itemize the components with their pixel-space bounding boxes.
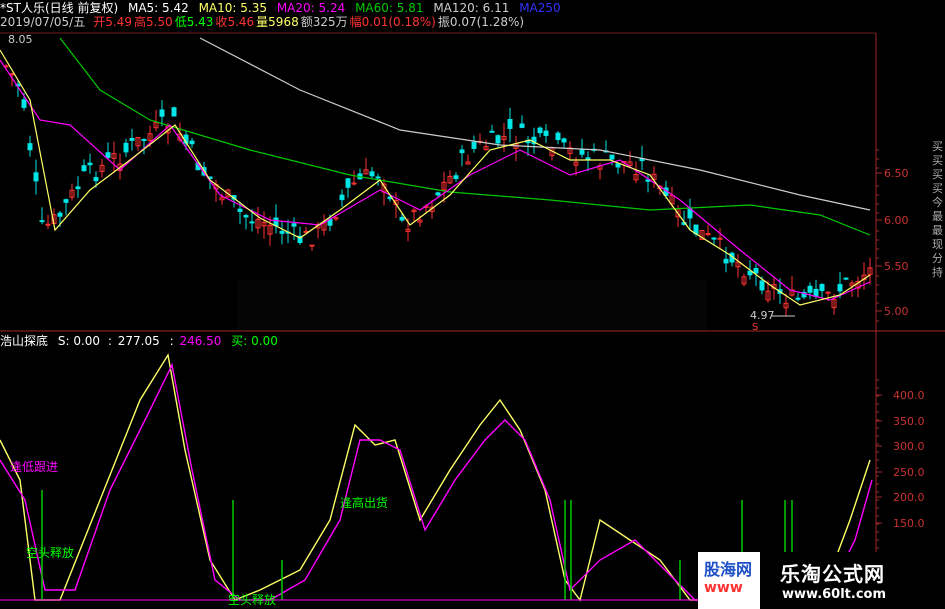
candle <box>795 297 801 300</box>
candle <box>9 73 15 76</box>
candle <box>459 149 465 154</box>
indicator-tick-label: 150.0 <box>893 517 925 530</box>
candle <box>237 208 243 212</box>
price-tick-label: 6.00 <box>884 214 909 227</box>
indicator-name: 浩山探底 <box>0 334 49 348</box>
side-panel-text: 买 买 买 买 今 最 最 现 分 持 <box>932 140 943 279</box>
candle <box>723 258 729 264</box>
price-tick-label: 5.50 <box>884 260 909 273</box>
annotation-buy-low: 逢低跟进 <box>10 460 59 474</box>
kline-chart[interactable]: 6.50 6.00 5.50 5.00 400.0 350.0 300.0 250.0 200… <box>0 0 945 609</box>
candle <box>93 177 99 182</box>
candle <box>519 123 525 128</box>
annotation-bear-release-2: 空头释放 <box>228 593 277 607</box>
watermark-left-text: 股海网 <box>704 560 753 579</box>
candle <box>759 280 765 291</box>
candle <box>495 135 501 144</box>
candle <box>543 130 549 136</box>
candle <box>123 142 129 153</box>
candle <box>807 285 813 293</box>
candle <box>27 143 33 151</box>
indicator-header: 浩山探底 S: 0.00 : 277.05 : 246.50 买: 0.00 <box>0 334 278 348</box>
candle <box>87 162 93 166</box>
candle <box>63 199 69 203</box>
candle <box>339 194 345 201</box>
candle <box>105 152 111 158</box>
indicator-s-value: S: 0.00 <box>57 334 101 348</box>
candle <box>279 230 285 234</box>
candle <box>273 217 279 227</box>
candle <box>351 182 357 185</box>
indicator-buy: 买: 0.00 <box>231 334 278 348</box>
candle <box>33 172 39 182</box>
candle <box>585 157 591 160</box>
candle <box>39 220 45 223</box>
indicator-v2: 246.50 <box>179 334 222 348</box>
watermark-right-url: www.60lt.com <box>782 587 887 602</box>
candle <box>843 277 849 280</box>
candle <box>555 132 561 141</box>
candle <box>129 137 135 141</box>
candle <box>579 149 585 155</box>
candle <box>21 99 27 108</box>
candle <box>435 192 441 196</box>
indicator-tick-label: 350.0 <box>893 415 925 428</box>
candle <box>453 175 459 180</box>
candle <box>687 208 693 219</box>
candle <box>189 140 195 145</box>
candle <box>753 268 759 274</box>
annotation-sell-high: 逢高出货 <box>340 496 389 510</box>
indicator-tick-label: 200.0 <box>893 491 925 504</box>
indicator-tick-label: 300.0 <box>893 440 925 453</box>
candle <box>375 176 381 179</box>
candle <box>489 130 495 133</box>
price-tick-label: 5.00 <box>884 305 909 318</box>
candle <box>471 141 477 149</box>
watermark-right-box: 乐淘公式网 www.60lt.com <box>760 552 945 609</box>
candle <box>819 283 825 292</box>
candle <box>561 138 567 143</box>
price-y-axis: 6.50 6.00 5.50 5.00 <box>876 149 909 322</box>
candle <box>141 138 147 142</box>
indicator-tick-label: 400.0 <box>893 389 925 402</box>
candle <box>369 171 375 177</box>
candle <box>537 127 543 134</box>
candle <box>507 118 513 129</box>
candle <box>825 291 831 294</box>
candle <box>243 215 249 218</box>
candle <box>81 165 87 172</box>
watermark-left-box: 股海网 www <box>698 552 760 609</box>
candle <box>75 186 81 190</box>
watermark-left-url: www <box>704 580 743 596</box>
candle <box>171 107 177 117</box>
ma120-line <box>199 37 871 211</box>
candle <box>249 221 255 224</box>
candle <box>45 223 51 226</box>
candle <box>837 284 843 292</box>
candle <box>345 178 351 188</box>
s-marker: S <box>752 322 758 333</box>
candle <box>609 154 615 160</box>
candle <box>159 109 165 117</box>
candle <box>291 223 297 227</box>
min-price-marker: 4.97 <box>750 309 775 322</box>
indicator-tick-label: 250.0 <box>893 466 925 479</box>
watermark-right-text: 乐淘公式网 <box>780 562 885 586</box>
max-price-marker: 8.05 <box>8 33 33 46</box>
candle <box>399 216 405 221</box>
candle <box>615 163 621 168</box>
candle <box>309 244 315 247</box>
candle <box>57 212 63 217</box>
price-tick-label: 6.50 <box>884 167 909 180</box>
candle <box>813 288 819 297</box>
annotation-bear-release-1: 空头释放 <box>26 546 75 560</box>
candle <box>711 237 717 240</box>
indicator-v1: 277.05 <box>117 334 160 348</box>
